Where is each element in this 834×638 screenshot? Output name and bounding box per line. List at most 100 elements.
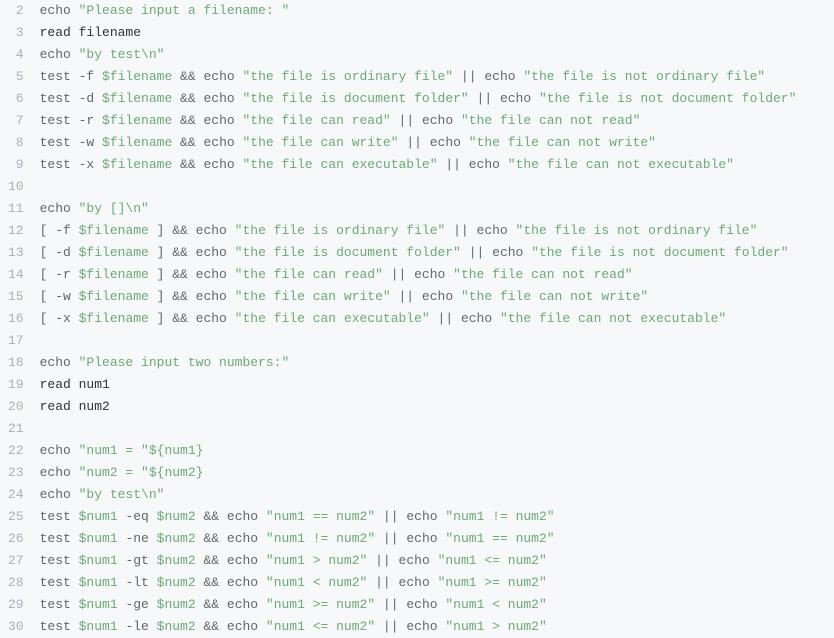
- line-number: 12: [8, 220, 24, 242]
- line-number: 25: [8, 506, 24, 528]
- code-token: $num1: [79, 531, 118, 546]
- code-line: [40, 418, 834, 440]
- code-token: "the file can read": [235, 267, 383, 282]
- line-number: 27: [8, 550, 24, 572]
- code-token: ||: [375, 619, 406, 634]
- code-token: echo: [227, 575, 266, 590]
- code-token: "the file is not ordinary file": [516, 223, 758, 238]
- code-token: "num1 == num2": [266, 509, 375, 524]
- code-token: "the file is not document folder": [539, 91, 796, 106]
- code-token: ||: [469, 91, 500, 106]
- code-token: "num1 != num2": [266, 531, 375, 546]
- code-token: "num2 = ": [79, 465, 149, 480]
- code-token: echo: [422, 113, 461, 128]
- code-token: "num1 > num2": [266, 553, 367, 568]
- code-line: test -f $filename && echo "the file is o…: [40, 66, 834, 88]
- code-token: $filename: [102, 157, 172, 172]
- code-token: -eq: [118, 509, 157, 524]
- code-line: read num1: [40, 374, 834, 396]
- code-token: echo: [203, 113, 242, 128]
- code-token: echo: [40, 201, 79, 216]
- line-number: 19: [8, 374, 24, 396]
- code-token: "the file is not document folder": [531, 245, 788, 260]
- code-token: "the file can not executable": [508, 157, 734, 172]
- line-number: 8: [8, 132, 24, 154]
- code-token: "the file is document folder": [235, 245, 461, 260]
- code-token: test -d: [40, 91, 102, 106]
- code-token: echo: [196, 245, 235, 260]
- code-token: "num1 <= num2": [438, 553, 547, 568]
- code-token: -ge: [118, 597, 157, 612]
- code-token: echo: [406, 509, 445, 524]
- code-token: &&: [196, 553, 227, 568]
- code-token: ${num1}: [149, 443, 204, 458]
- code-token: echo: [196, 289, 235, 304]
- line-number: 23: [8, 462, 24, 484]
- code-token: "the file can not write": [461, 289, 648, 304]
- code-token: echo: [203, 91, 242, 106]
- line-number: 16: [8, 308, 24, 330]
- code-token: echo: [399, 553, 438, 568]
- code-token: ||: [445, 223, 476, 238]
- code-token: ||: [391, 113, 422, 128]
- code-token: ]: [149, 289, 172, 304]
- code-token: test: [40, 531, 79, 546]
- code-token: &&: [172, 91, 203, 106]
- code-token: $num1: [79, 575, 118, 590]
- code-line: test $num1 -ne $num2 && echo "num1 != nu…: [40, 528, 834, 550]
- code-token: $num2: [157, 553, 196, 568]
- line-number: 15: [8, 286, 24, 308]
- line-number: 17: [8, 330, 24, 352]
- code-token: $num2: [157, 531, 196, 546]
- code-line: test -x $filename && echo "the file can …: [40, 154, 834, 176]
- code-token: &&: [196, 575, 227, 590]
- code-token: $filename: [102, 91, 172, 106]
- code-token: "num1 > num2": [445, 619, 546, 634]
- line-number: 10: [8, 176, 24, 198]
- code-token: echo: [500, 91, 539, 106]
- code-token: "num1 != num2": [445, 509, 554, 524]
- code-token: echo: [406, 597, 445, 612]
- code-line: test $num1 -lt $num2 && echo "num1 < num…: [40, 572, 834, 594]
- code-token: echo: [227, 619, 266, 634]
- code-line: echo "by test\n": [40, 484, 834, 506]
- code-line: [40, 330, 834, 352]
- code-token: $num2: [157, 575, 196, 590]
- code-line: echo "Please input two numbers:": [40, 352, 834, 374]
- code-token: -gt: [118, 553, 157, 568]
- code-token: "the file is ordinary file": [235, 223, 446, 238]
- code-token: "num1 = ": [79, 443, 149, 458]
- code-line: test -d $filename && echo "the file is d…: [40, 88, 834, 110]
- code-token: echo: [40, 443, 79, 458]
- code-token: ||: [461, 245, 492, 260]
- code-token: "the file is ordinary file": [242, 69, 453, 84]
- code-token: &&: [196, 619, 227, 634]
- code-token: echo: [227, 553, 266, 568]
- code-token: "the file can not executable": [500, 311, 726, 326]
- code-token: &&: [172, 223, 195, 238]
- code-token: ||: [430, 311, 461, 326]
- code-line: [ -r $filename ] && echo "the file can r…: [40, 264, 834, 286]
- code-token: &&: [196, 509, 227, 524]
- code-line: [40, 176, 834, 198]
- code-token: "the file is not ordinary file": [523, 69, 765, 84]
- code-token: "the file can not write": [469, 135, 656, 150]
- code-token: &&: [172, 245, 195, 260]
- line-number: 30: [8, 616, 24, 638]
- code-token: echo: [430, 135, 469, 150]
- code-token: ]: [149, 267, 172, 282]
- line-number: 13: [8, 242, 24, 264]
- code-token: -lt: [118, 575, 157, 590]
- code-token: echo: [196, 267, 235, 282]
- code-token: echo: [414, 267, 453, 282]
- code-token: ||: [453, 69, 484, 84]
- code-token: "num1 == num2": [445, 531, 554, 546]
- code-token: ||: [399, 135, 430, 150]
- line-number: 24: [8, 484, 24, 506]
- code-line: echo "Please input a filename: ": [40, 0, 834, 22]
- code-token: test -f: [40, 69, 102, 84]
- code-token: test: [40, 553, 79, 568]
- code-token: echo: [492, 245, 531, 260]
- code-token: echo: [477, 223, 516, 238]
- code-token: ]: [149, 311, 172, 326]
